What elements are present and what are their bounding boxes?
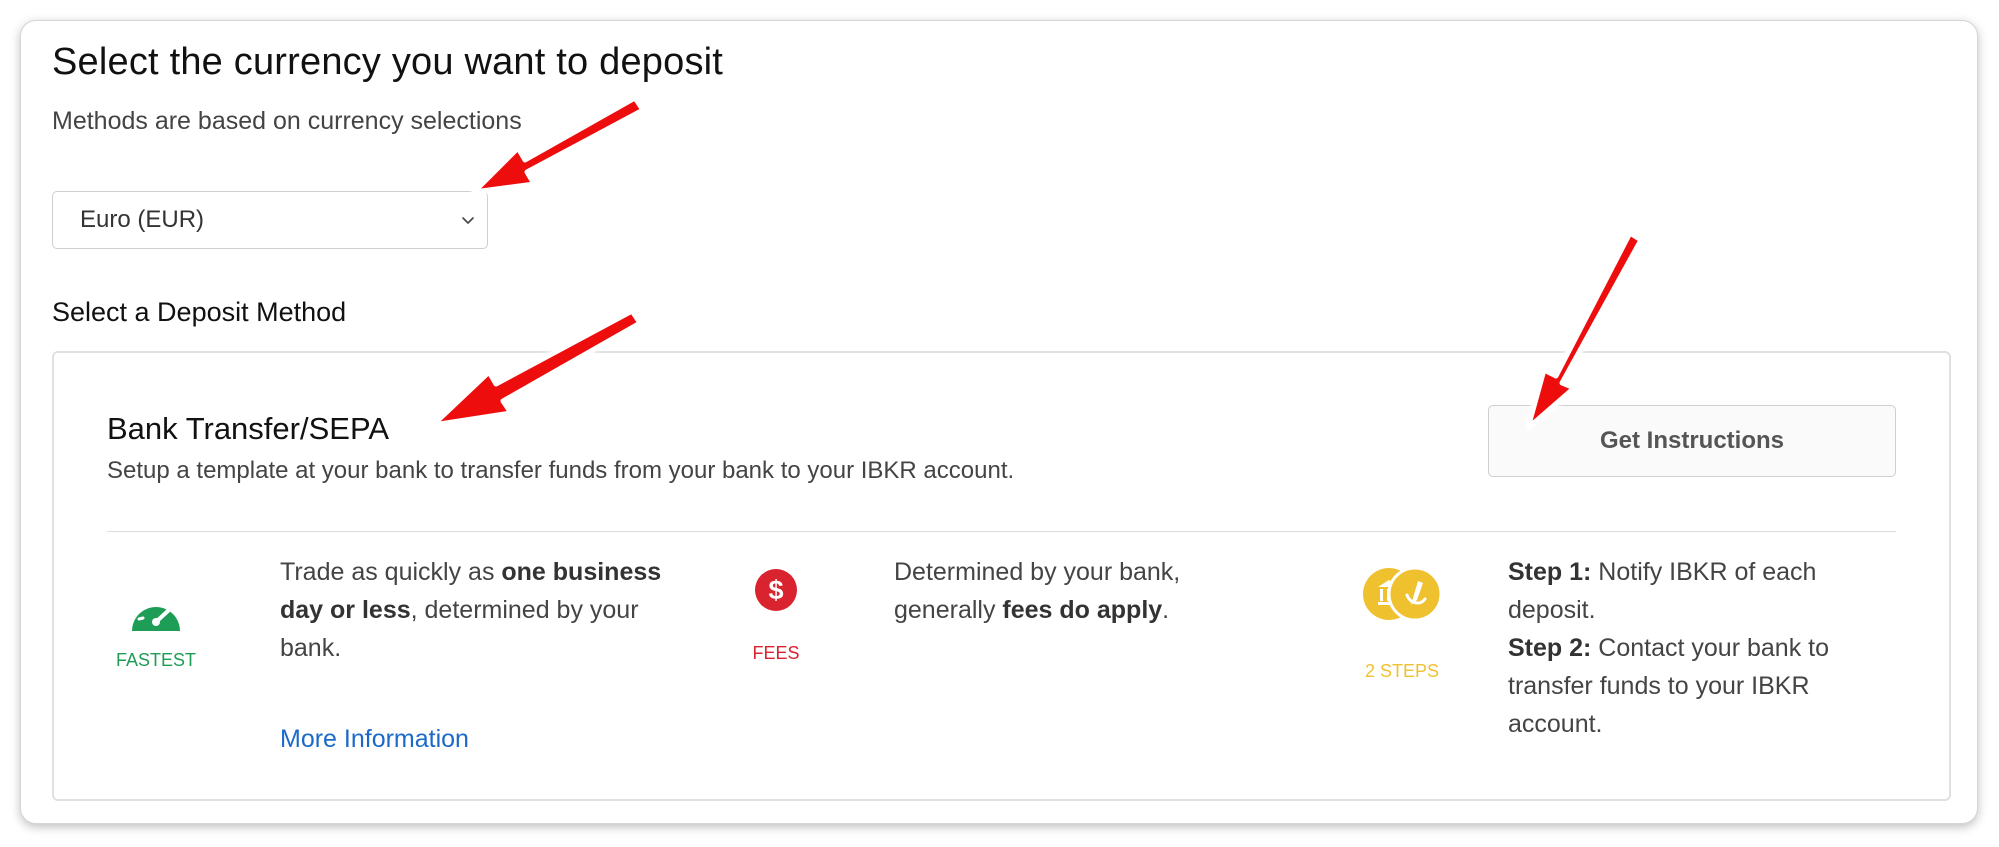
svg-text:$: $ — [768, 575, 783, 605]
deposit-card: Select the currency you want to deposit … — [20, 20, 1978, 824]
speed-description: Trade as quickly as one business day or … — [280, 558, 662, 662]
fees-description: Determined by your bank, generally fees … — [894, 558, 1181, 624]
get-instructions-button[interactable]: Get Instructions — [1488, 405, 1896, 477]
speedometer-icon — [132, 595, 180, 631]
chevron-down-icon — [462, 217, 474, 224]
fastest-label: FASTEST — [115, 650, 196, 670]
more-information-link[interactable]: More Information — [280, 725, 469, 754]
method-description: Setup a template at your bank to transfe… — [107, 457, 1015, 484]
steps-description: Step 1: Notify IBKR of each deposit. Ste… — [1508, 558, 1829, 738]
deposit-method-heading: Select a Deposit Method — [52, 297, 347, 327]
dollar-icon: $ — [755, 569, 797, 611]
deposit-method-card: Bank Transfer/SEPA Setup a template at y… — [52, 351, 1951, 801]
currency-select-value: Euro (EUR) — [80, 206, 205, 233]
steps-coins-icon — [1363, 566, 1443, 622]
currency-select[interactable]: Euro (EUR) — [52, 191, 488, 249]
page-title: Select the currency you want to deposit — [52, 41, 724, 83]
divider — [107, 531, 1896, 532]
page-subtitle: Methods are based on currency selections — [52, 107, 522, 135]
steps-label: 2 STEPS — [1364, 661, 1440, 681]
fees-label: FEES — [752, 643, 800, 663]
method-title: Bank Transfer/SEPA — [107, 411, 389, 446]
